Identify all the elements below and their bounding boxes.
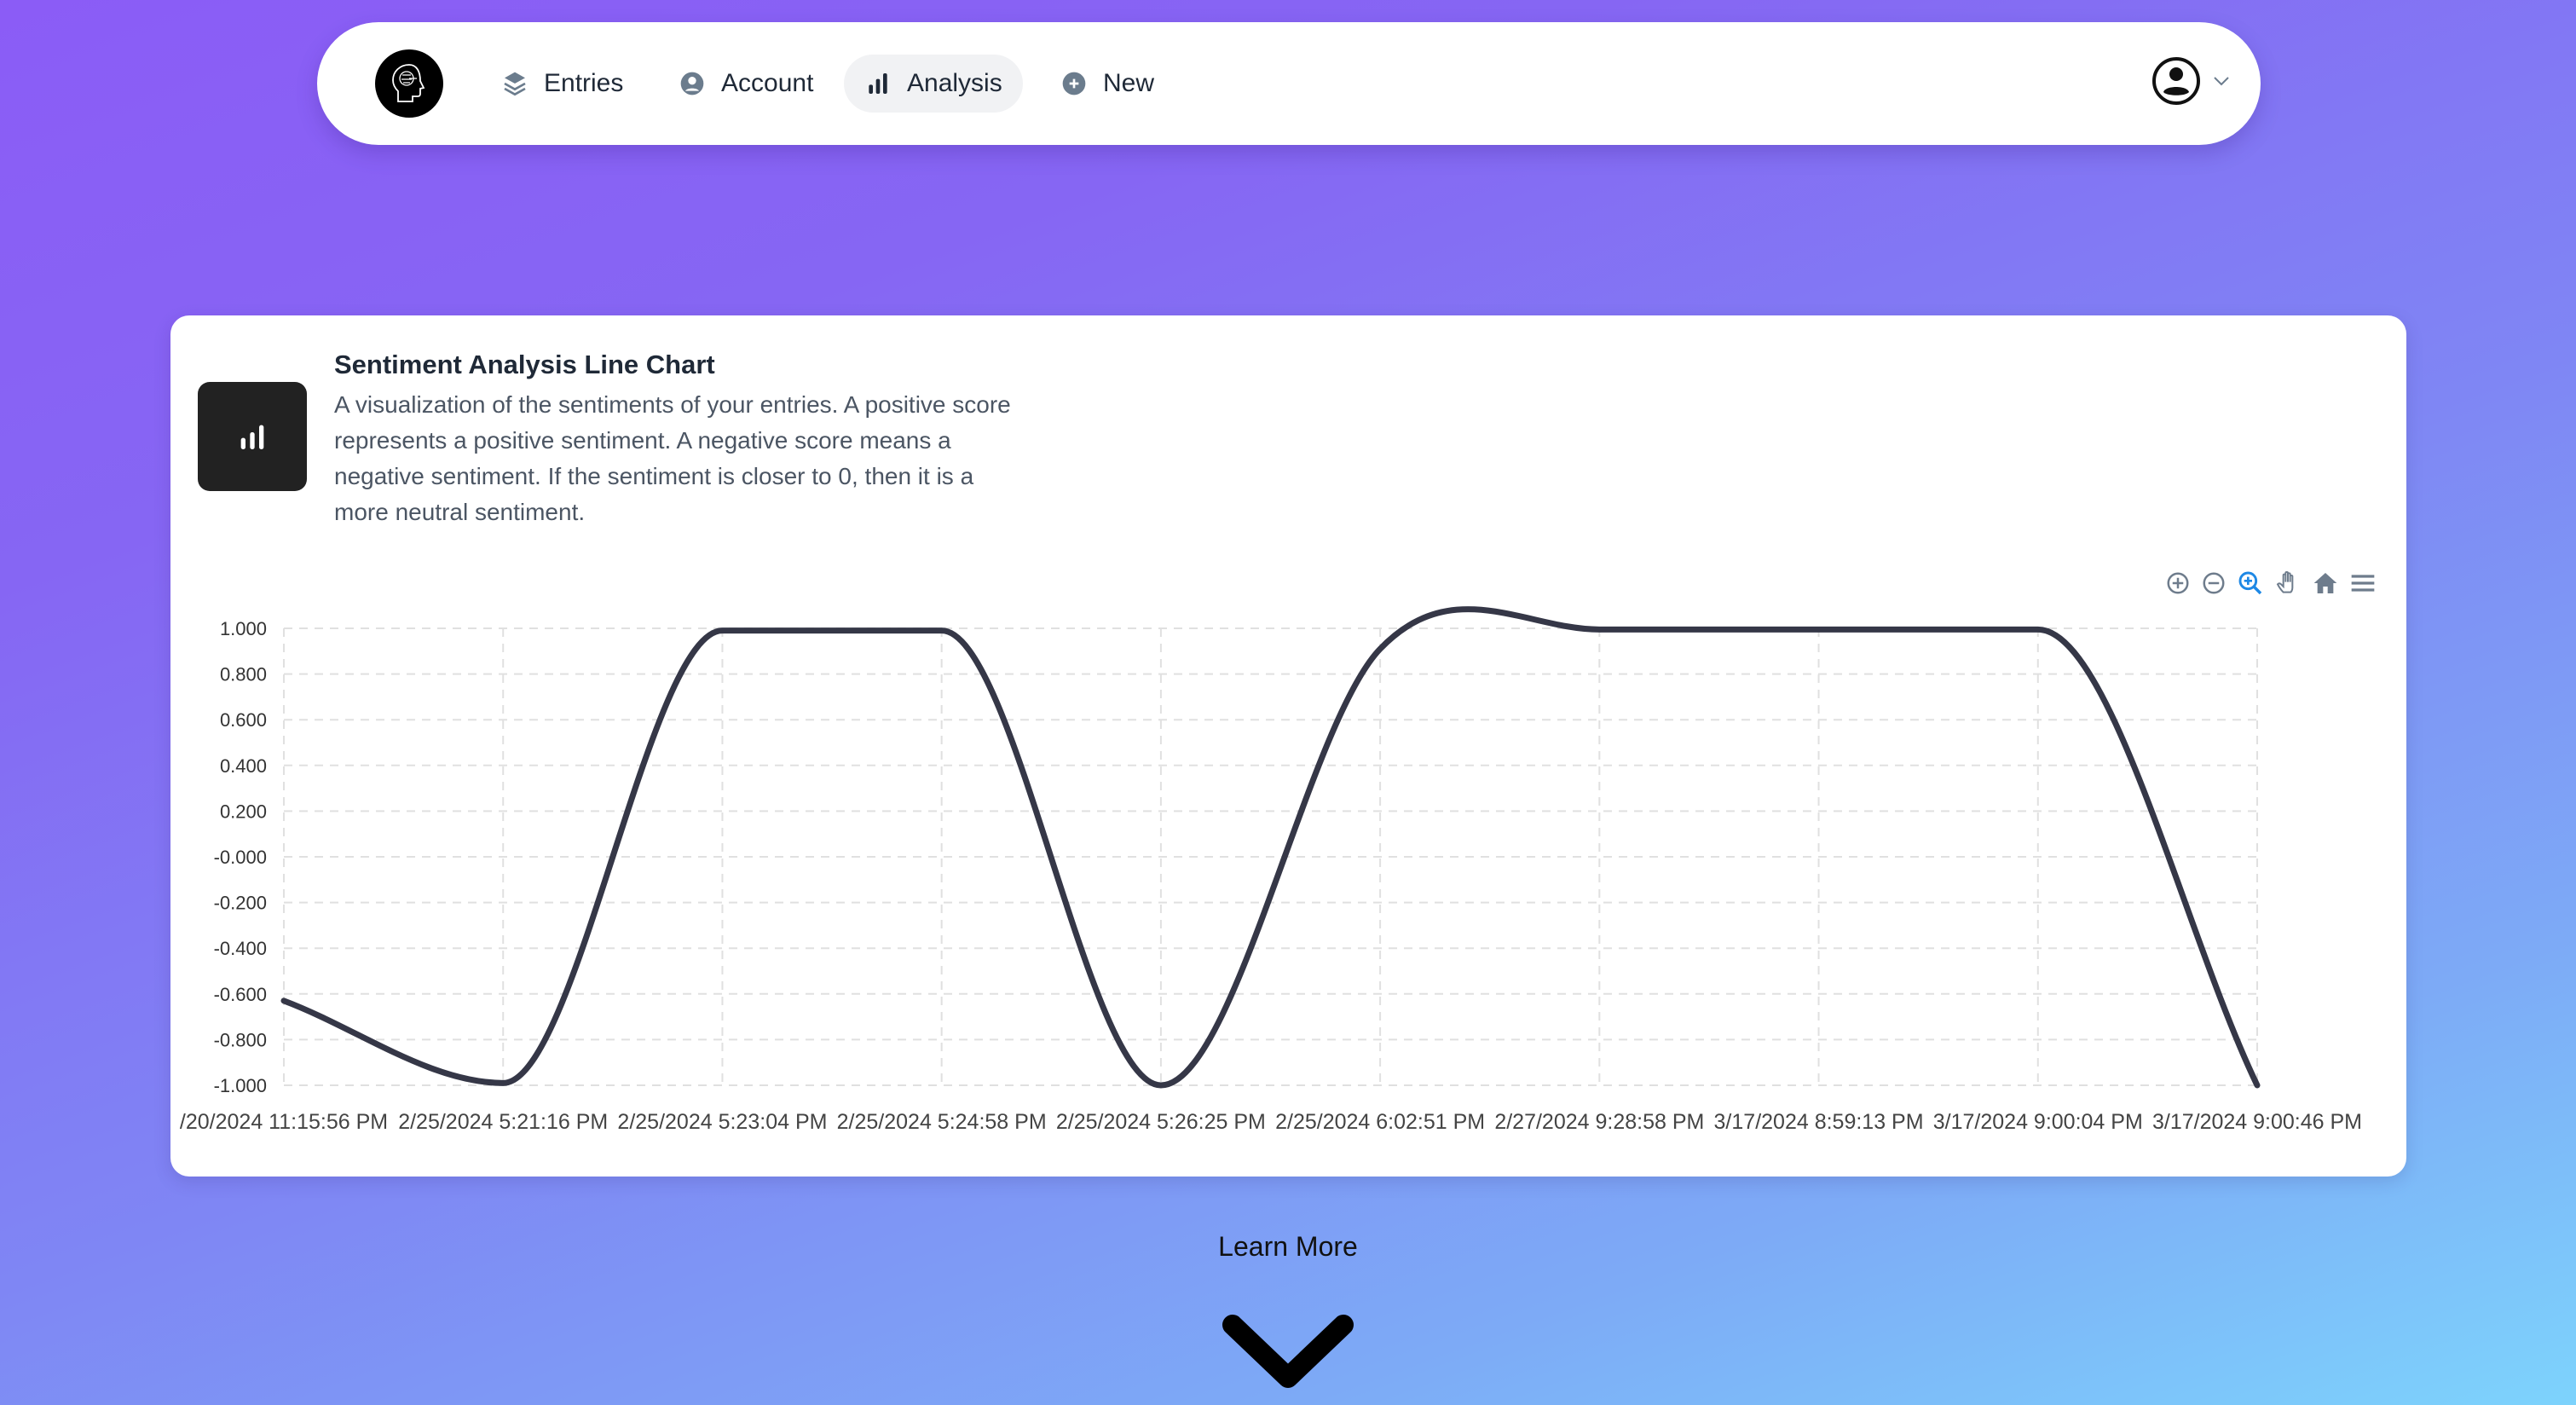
scroll-down-button[interactable] xyxy=(1221,1313,1355,1394)
x-tick-label: 2/27/2024 9:28:58 PM xyxy=(1494,1110,1704,1134)
y-tick-label: 0.400 xyxy=(220,755,267,777)
x-tick-label: 2/25/2024 5:26:25 PM xyxy=(1056,1110,1266,1134)
sentiment-line-chart: 1.000 0.800 0.600 0.400 0.200 -0.000 -0.200 -0.… xyxy=(180,606,2362,1134)
x-axis-ticks: /20/2024 11:15:56 PM 2/25/2024 5:21:16 PM… xyxy=(180,1110,2362,1134)
y-tick-label: 0.200 xyxy=(220,801,267,822)
y-tick-label: 1.000 xyxy=(220,618,267,639)
chevron-down-icon xyxy=(1222,1315,1354,1388)
y-axis-ticks: 1.000 0.800 0.600 0.400 0.200 -0.000 -0.200 -0.… xyxy=(214,618,267,1096)
y-tick-label: -0.000 xyxy=(214,847,267,868)
x-tick-label: 3/17/2024 8:59:13 PM xyxy=(1714,1110,1924,1134)
x-tick-label: 2/25/2024 5:24:58 PM xyxy=(837,1110,1047,1134)
y-tick-label: -0.600 xyxy=(214,984,267,1005)
y-tick-label: -0.200 xyxy=(214,893,267,914)
x-tick-label: 3/17/2024 9:00:04 PM xyxy=(1933,1110,2143,1134)
y-tick-label: -0.400 xyxy=(214,938,267,959)
y-tick-label: -0.800 xyxy=(214,1029,267,1050)
chart-grid xyxy=(283,627,2258,1086)
x-tick-label: /20/2024 11:15:56 PM xyxy=(180,1110,388,1134)
x-tick-label: 3/17/2024 9:00:46 PM xyxy=(2152,1110,2362,1134)
y-tick-label: 0.800 xyxy=(220,664,267,685)
x-tick-label: 2/25/2024 6:02:51 PM xyxy=(1275,1110,1485,1134)
x-tick-label: 2/25/2024 5:23:04 PM xyxy=(617,1110,827,1134)
sentiment-series-line xyxy=(280,606,2261,1089)
y-tick-label: 0.600 xyxy=(220,709,267,731)
learn-more-link[interactable]: Learn More xyxy=(0,1231,2576,1263)
x-tick-label: 2/25/2024 5:21:16 PM xyxy=(398,1110,608,1134)
y-tick-label: -1.000 xyxy=(214,1075,267,1096)
